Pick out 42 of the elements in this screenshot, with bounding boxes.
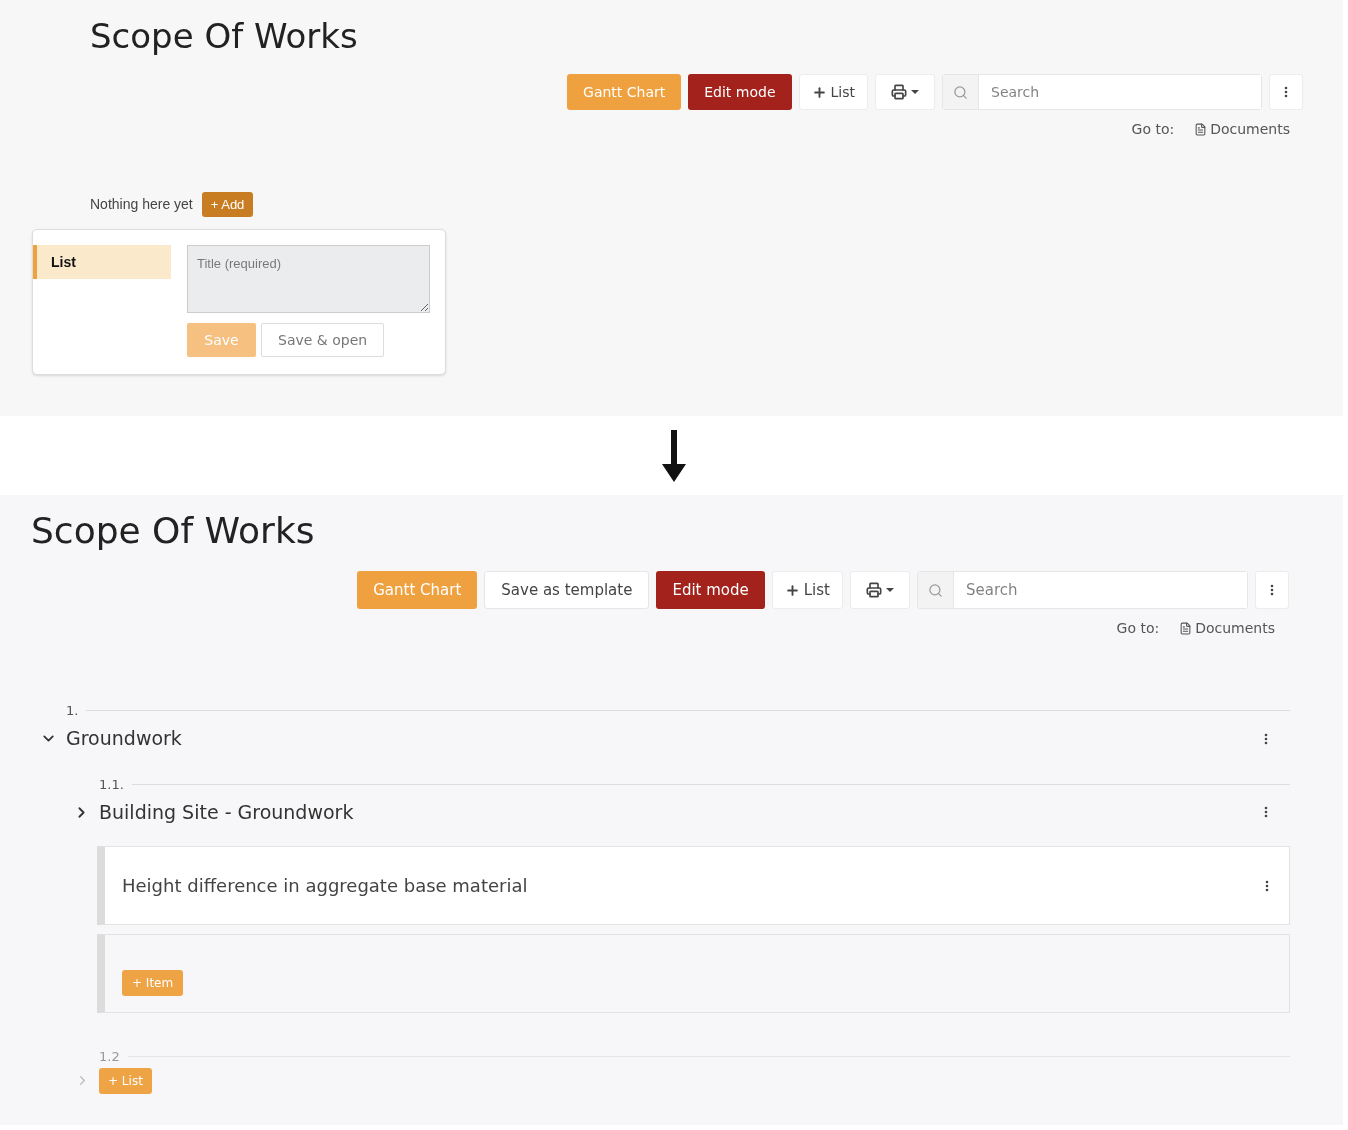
plus-icon bbox=[784, 582, 800, 598]
go-to-label: Go to: bbox=[1116, 619, 1160, 638]
caret-icon bbox=[886, 588, 894, 592]
save-template-button[interactable]: Save as template bbox=[484, 571, 650, 609]
section-title: Building Site - Groundwork bbox=[99, 799, 355, 825]
edit-mode-button[interactable]: Edit mode bbox=[688, 74, 792, 110]
go-to-label: Go to: bbox=[1131, 120, 1175, 139]
section-number: 1. bbox=[66, 702, 79, 720]
page-title: Scope Of Works bbox=[90, 15, 359, 58]
item-card[interactable]: Height difference in aggregate base material bbox=[97, 846, 1290, 925]
save-open-button[interactable]: Save & open bbox=[261, 323, 385, 357]
documents-link[interactable]: Documents bbox=[1179, 618, 1275, 639]
document-icon bbox=[1179, 622, 1193, 635]
caret-icon bbox=[911, 90, 919, 94]
print-dropdown[interactable] bbox=[850, 571, 910, 609]
edit-mode-button[interactable]: Edit mode bbox=[656, 571, 765, 609]
page-title: Scope Of Works bbox=[31, 509, 316, 553]
printer-icon bbox=[866, 582, 882, 598]
more-icon bbox=[1270, 584, 1274, 596]
title-field[interactable]: Title (required) bbox=[187, 245, 430, 313]
print-dropdown[interactable] bbox=[875, 74, 935, 110]
type-option[interactable]: List bbox=[33, 245, 171, 279]
more-icon bbox=[1284, 86, 1288, 98]
section-number: 1.1. bbox=[99, 775, 124, 794]
more-icon[interactable] bbox=[1264, 732, 1268, 745]
documents-link[interactable]: Documents bbox=[1194, 119, 1290, 140]
add-list-button[interactable]: List bbox=[771, 571, 843, 609]
down-arrow-icon bbox=[660, 429, 688, 482]
search-icon bbox=[928, 582, 943, 598]
printer-icon bbox=[891, 84, 907, 100]
plus-icon bbox=[811, 84, 827, 100]
search-icon bbox=[953, 84, 968, 100]
more-icon[interactable] bbox=[1264, 806, 1268, 818]
empty-message: Nothing here yet bbox=[90, 195, 193, 214]
search-field[interactable]: Search bbox=[942, 74, 1262, 110]
section-number: 1.2 bbox=[99, 1048, 120, 1066]
search-field[interactable]: Search bbox=[917, 571, 1248, 609]
item-title: Height difference in aggregate base material bbox=[122, 874, 529, 898]
add-list-button[interactable]: List bbox=[798, 74, 868, 110]
more-icon[interactable] bbox=[1265, 879, 1269, 892]
section-title: Groundwork bbox=[66, 726, 183, 752]
document-icon bbox=[1194, 123, 1208, 136]
